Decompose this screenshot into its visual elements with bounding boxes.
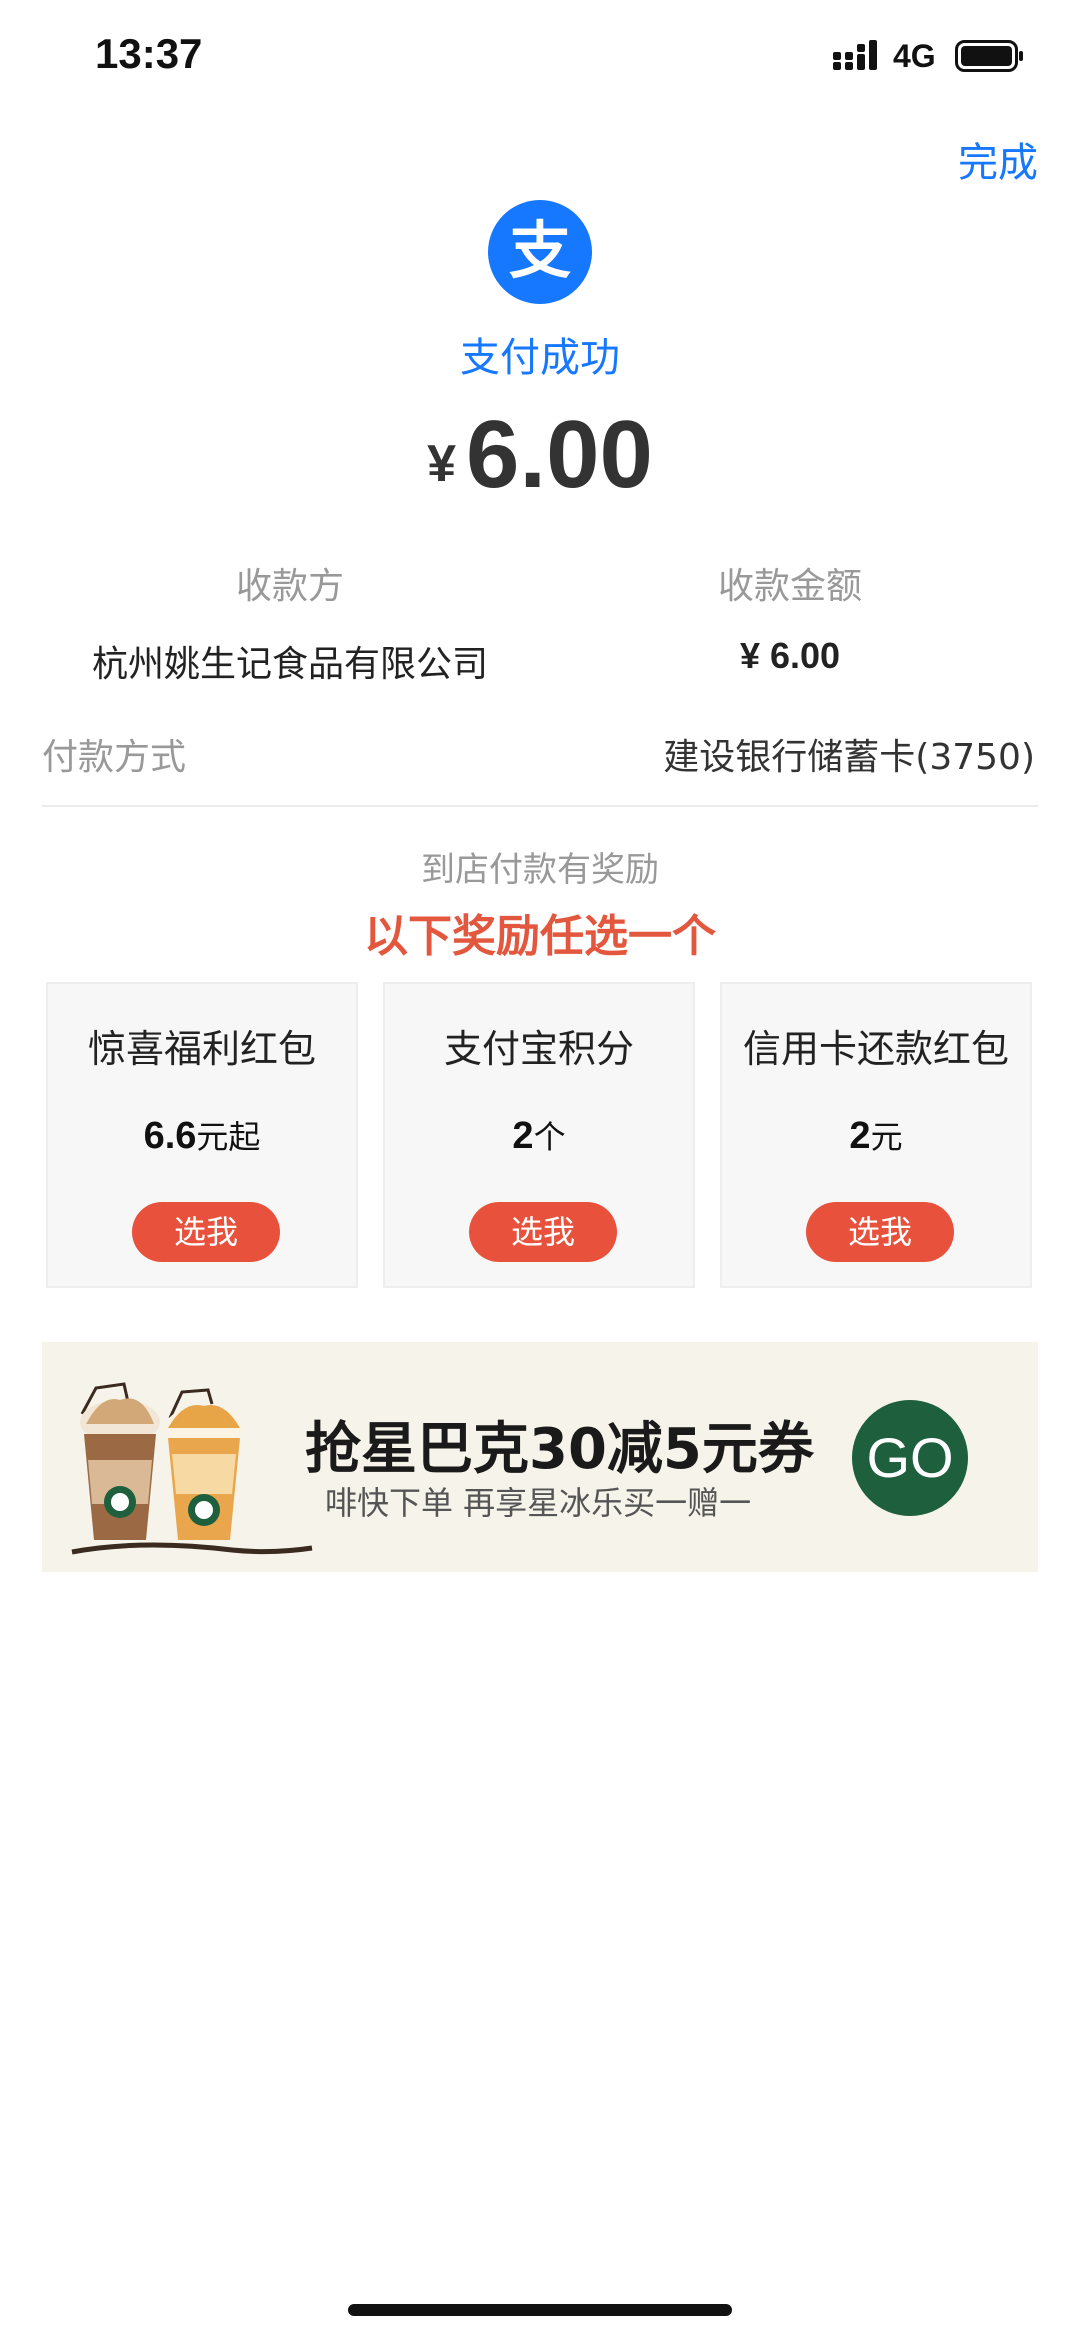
reward-card-amount: 6.6元起 [48, 1112, 356, 1158]
reward-card-title: 惊喜福利红包 [87, 1027, 316, 1071]
signal-bars-icon [833, 40, 877, 70]
battery-icon [955, 40, 1023, 72]
reward-amount-number: 2 [512, 1115, 534, 1157]
banner-title: 抢星巴克30减5元券 [305, 1417, 814, 1482]
payee-name: 杭州姚生记食品有限公司 [91, 644, 488, 685]
status-bar: 13:37 4G [0, 0, 1080, 120]
done-button[interactable]: 完成 [958, 130, 1038, 188]
reward-card-amount: 2个 [385, 1112, 693, 1158]
received-amount-label: 收款金额 [717, 566, 862, 607]
received-amount: ¥ 6.00 [739, 635, 841, 676]
reward-card-title: 信用卡还款红包 [742, 1027, 1009, 1071]
reward-amount-unit: 个 [533, 1118, 566, 1156]
starbucks-frappuccino-icon [71, 1382, 313, 1555]
banner-subtitle: 啡快下单 再享星冰乐买一赠一 [325, 1484, 752, 1522]
reward-card-title: 支付宝积分 [443, 1027, 634, 1071]
payment-status: 支付成功 [460, 335, 620, 381]
alipay-logo-glyph: 支 [509, 214, 571, 287]
network-label: 4G [893, 38, 936, 74]
currency-symbol: ¥ [427, 435, 457, 493]
amount-value: 6.00 [466, 401, 653, 508]
go-button[interactable]: GO [852, 1400, 968, 1516]
reward-amount-unit: 元起 [196, 1118, 261, 1156]
reward-amount-number: 2 [849, 1115, 871, 1157]
reward-card-amount: 2元 [722, 1112, 1030, 1158]
select-reward-button[interactable]: 选我 [132, 1202, 280, 1262]
rewards-title: 以下奖励任选一个 [364, 911, 716, 962]
reward-card-credit-card-red-packet[interactable]: 信用卡还款红包 2元 选我 [720, 982, 1032, 1288]
reward-card-surprise-red-packet[interactable]: 惊喜福利红包 6.6元起 选我 [46, 982, 358, 1288]
reward-card-alipay-points[interactable]: 支付宝积分 2个 选我 [383, 982, 695, 1288]
select-reward-button[interactable]: 选我 [806, 1202, 954, 1262]
select-reward-button[interactable]: 选我 [469, 1202, 617, 1262]
divider [42, 805, 1038, 807]
alipay-logo-icon: 支 [488, 200, 592, 304]
reward-amount-unit: 元 [870, 1118, 903, 1156]
starbucks-promo-banner[interactable]: 抢星巴克30减5元券 啡快下单 再享星冰乐买一赠一 GO [42, 1342, 1038, 1572]
payment-method-label: 付款方式 [42, 737, 187, 778]
payment-amount: ¥6.00 [0, 400, 1080, 510]
rewards-subtitle: 到店付款有奖励 [421, 850, 659, 890]
payment-method-value: 建设银行储蓄卡(3750) [663, 737, 1035, 778]
home-indicator[interactable] [348, 2304, 732, 2316]
reward-amount-number: 6.6 [143, 1115, 197, 1157]
payee-label: 收款方 [235, 566, 344, 607]
status-time: 13:37 [95, 30, 203, 77]
